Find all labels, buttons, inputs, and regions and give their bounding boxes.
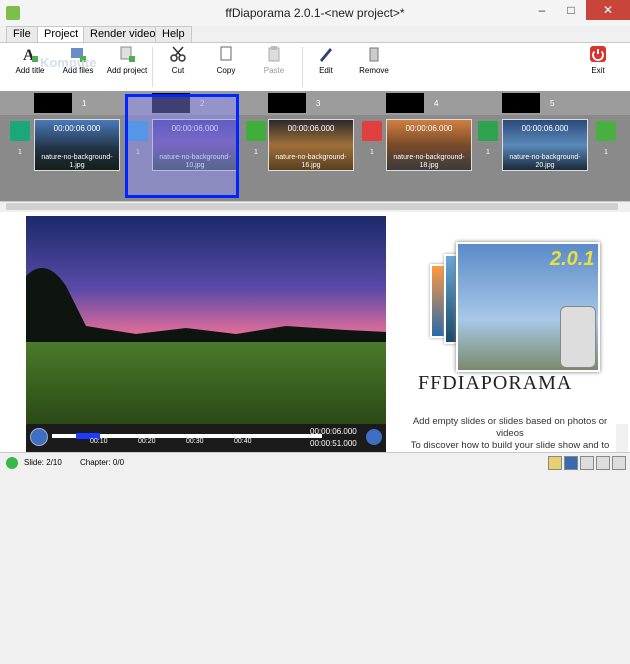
cut-button[interactable]: Cut [156,45,200,75]
transition-icon[interactable] [596,121,616,141]
slide-status: Slide: 2/10 [24,458,62,467]
scissors-icon [170,46,186,62]
chapter-status: Chapter: 0/0 [80,458,125,467]
zoom-icon[interactable] [596,456,610,470]
fullscreen-icon[interactable] [366,429,382,445]
title-bar: ffDiaporama 2.0.1-<new project>* – □ ✕ [0,0,630,27]
device-graphic [560,306,596,368]
settings-icon[interactable] [580,456,594,470]
selected-slide-highlight [125,94,239,198]
tab-help[interactable]: Help [155,26,192,42]
minimize-button[interactable]: – [528,0,556,20]
slide-duration: 00:00:06.000 [521,124,569,133]
watermark: Kompute [40,55,97,70]
slide-number: 3 [316,99,321,108]
play-button[interactable] [30,428,48,446]
tab-project[interactable]: Project [37,26,86,42]
total-time: 00:00:51.000 [310,439,357,448]
slide-thumbnail[interactable]: 00:00:06.000 nature-no-background-18.jpg [386,119,472,171]
slide-filename: nature-no-background-18.jpg [393,154,465,169]
slide-number: 5 [550,99,555,108]
slide-filename: nature-no-background-1.jpg [41,154,113,169]
music-track-box[interactable] [268,93,306,113]
current-time: 00:00:06.000 [310,427,357,436]
separator [302,47,303,87]
remove-label: Remove [359,66,389,75]
paste-button[interactable]: Paste [252,45,296,75]
transition-label: 1 [486,149,490,156]
scrollbar-thumb[interactable] [6,203,618,210]
transition-icon[interactable] [10,121,30,141]
slide-filename: nature-no-background-16.jpg [275,154,347,169]
slide-thumbnail[interactable]: 00:00:06.000 nature-no-background-1.jpg [34,119,120,171]
logo-version: 2.0.1 [550,248,595,270]
preview-image [26,216,386,424]
landscape-image [26,216,386,424]
slide-thumbnail[interactable]: 00:00:06.000 nature-no-background-16.jpg [268,119,354,171]
transition-label: 1 [370,149,374,156]
tick-label: 00:20 [138,438,156,445]
edit-button[interactable]: Edit [304,45,348,75]
slide-timeline[interactable]: 1 2 3 4 5 1 1 1 1 1 1 00:00:06.000 natur… [0,91,630,201]
copy-button[interactable]: Copy [204,45,248,75]
transition-label: 1 [18,149,22,156]
add-project-icon [120,46,135,62]
maximize-button[interactable]: □ [557,0,585,20]
add-project-label: Add project [106,66,148,75]
slide-filename: nature-no-background-20.jpg [509,154,581,169]
folder-icon[interactable] [548,456,562,470]
separator [152,47,153,87]
tab-file[interactable]: File [6,26,38,42]
close-button[interactable]: ✕ [586,0,630,20]
music-track-box[interactable] [34,93,72,113]
copy-label: Copy [216,66,236,75]
transition-icon[interactable] [246,121,266,141]
trash-icon [369,47,379,62]
transition-label: 1 [254,149,258,156]
exit-button[interactable]: Exit [576,45,620,75]
slide-duration: 00:00:06.000 [53,124,101,133]
menu-tabs: File Project Render video Help [0,26,630,42]
playback-bar: 00:10 00:20 00:30 00:40 00:00:06.000 00:… [26,424,386,452]
pencil-icon [320,48,332,62]
status-indicator-icon [6,457,18,469]
power-icon [590,46,606,62]
paste-icon [268,46,280,62]
copy-icon [220,46,232,61]
transition-label: 1 [604,149,608,156]
slide-number: 4 [434,99,439,108]
music-track-box[interactable] [386,93,424,113]
add-project-button[interactable]: Add project [105,45,149,75]
slide-thumbnail[interactable]: 00:00:06.000 nature-no-background-20.jpg [502,119,588,171]
hint-text: Add empty slides or slides based on phot… [410,416,610,451]
cut-label: Cut [171,66,185,75]
logo-name: FFDIAPORAMA [418,372,573,394]
tab-render-video[interactable]: Render video [83,26,163,42]
paste-label: Paste [263,66,285,75]
exit-label: Exit [591,66,605,75]
tick-label: 00:40 [234,438,252,445]
grid-icon[interactable] [564,456,578,470]
edit-label: Edit [319,66,333,75]
ribbon-toolbar: A Add title Add files Kompute Add projec… [0,42,630,92]
search-icon[interactable] [612,456,626,470]
slide-duration: 00:00:06.000 [287,124,335,133]
preview-area: 00:10 00:20 00:30 00:40 00:00:06.000 00:… [0,212,630,664]
transition-icon[interactable] [478,121,498,141]
timeline-scrollbar[interactable] [0,201,630,212]
tick-label: 00:30 [186,438,204,445]
music-track-box[interactable] [502,93,540,113]
transition-icon[interactable] [362,121,382,141]
remove-button[interactable]: Remove [352,45,396,75]
slide-number: 1 [82,99,87,108]
tick-label: 00:10 [90,438,108,445]
slide-duration: 00:00:06.000 [405,124,453,133]
status-bar: Slide: 2/10 Chapter: 0/0 [0,452,630,474]
add-title-icon: A [23,47,38,63]
